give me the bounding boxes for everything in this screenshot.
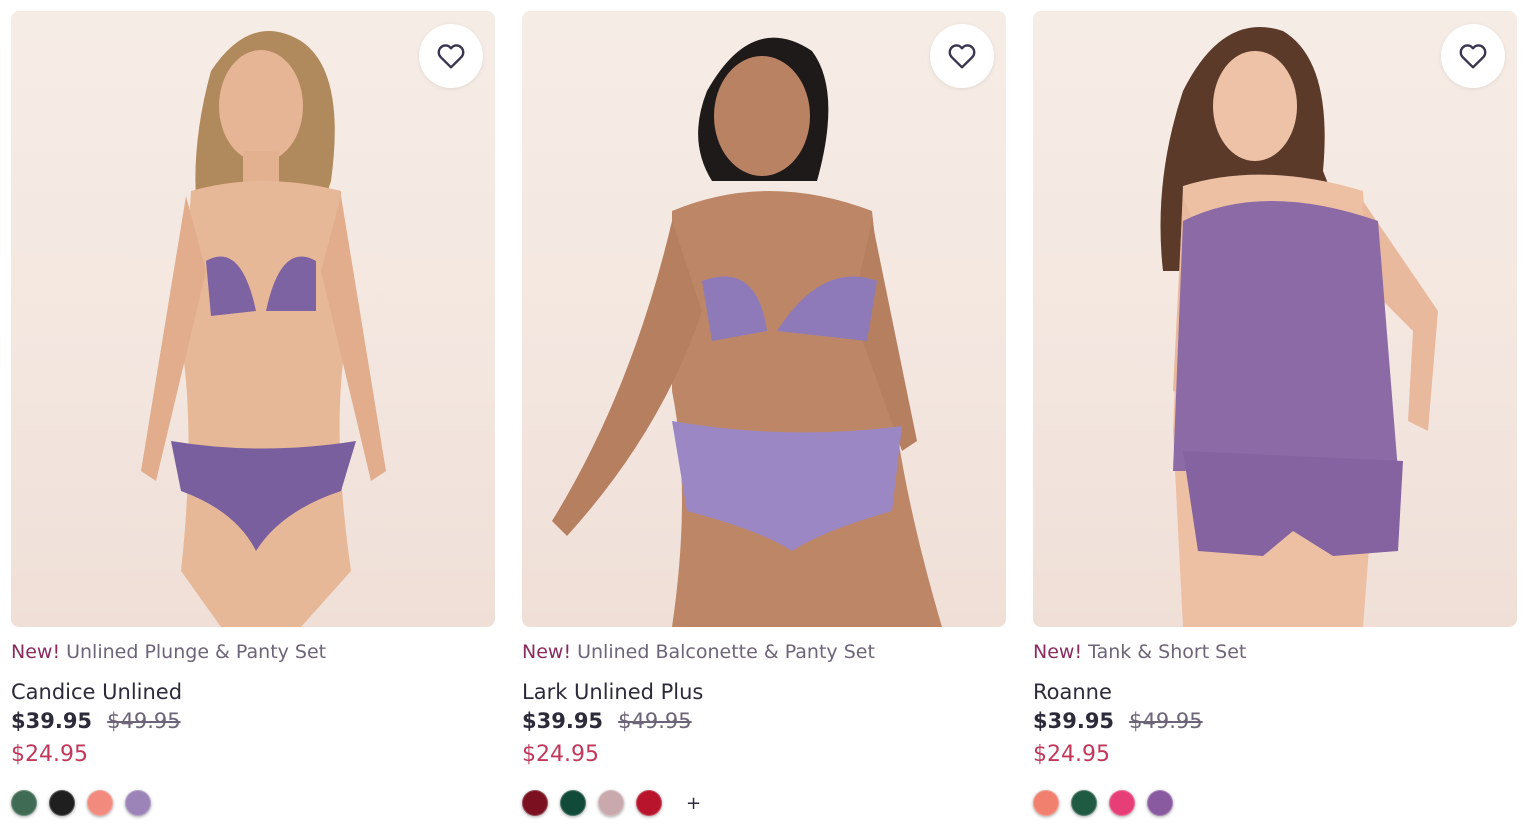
price-row: $39.95 $49.95 <box>1033 707 1517 737</box>
product-image[interactable] <box>1033 11 1517 627</box>
tagline-text: Unlined Plunge & Panty Set <box>66 641 327 663</box>
color-swatch[interactable] <box>1109 790 1135 816</box>
heart-icon <box>1459 44 1487 69</box>
favorite-button[interactable] <box>1441 24 1505 88</box>
color-swatches <box>11 790 495 816</box>
price-row: $39.95 $49.95 <box>11 707 495 737</box>
color-swatch[interactable] <box>636 790 662 816</box>
color-swatch[interactable] <box>87 790 113 816</box>
heart-icon <box>437 44 465 69</box>
model-photo <box>1160 27 1438 627</box>
product-card[interactable]: New! Tank & Short Set Roanne $39.95 $49.… <box>1033 11 1517 816</box>
color-swatch[interactable] <box>560 790 586 816</box>
favorite-button[interactable] <box>930 24 994 88</box>
new-badge: New! <box>11 641 61 663</box>
heart-icon <box>948 44 976 69</box>
color-swatch[interactable] <box>49 790 75 816</box>
product-card[interactable]: New! Unlined Plunge & Panty Set Candice … <box>11 11 495 816</box>
product-card[interactable]: New! Unlined Balconette & Panty Set Lark… <box>522 11 1006 816</box>
model-photo <box>141 31 386 627</box>
product-image[interactable] <box>522 11 1006 627</box>
sale-price: $24.95 <box>11 742 88 767</box>
price-row: $39.95 $49.95 <box>522 707 1006 737</box>
current-price: $39.95 <box>1033 709 1115 733</box>
favorite-button[interactable] <box>419 24 483 88</box>
product-tagline: New! Unlined Balconette & Panty Set <box>522 640 1006 664</box>
sale-price: $24.95 <box>1033 742 1110 767</box>
sale-price: $24.95 <box>522 742 599 767</box>
tagline-text: Tank & Short Set <box>1088 641 1247 663</box>
color-swatch[interactable] <box>598 790 624 816</box>
new-badge: New! <box>1033 641 1083 663</box>
product-name[interactable]: Candice Unlined <box>11 679 495 705</box>
color-swatches <box>1033 790 1517 816</box>
original-price: $49.95 <box>1129 709 1203 733</box>
tagline-text: Unlined Balconette & Panty Set <box>577 641 875 663</box>
current-price: $39.95 <box>522 709 604 733</box>
current-price: $39.95 <box>11 709 93 733</box>
model-photo <box>552 37 942 627</box>
product-tagline: New! Unlined Plunge & Panty Set <box>11 640 495 664</box>
color-swatch[interactable] <box>522 790 548 816</box>
color-swatch[interactable] <box>1147 790 1173 816</box>
product-tagline: New! Tank & Short Set <box>1033 640 1517 664</box>
more-colors-button[interactable]: + <box>686 793 701 814</box>
color-swatch[interactable] <box>1033 790 1059 816</box>
product-name[interactable]: Roanne <box>1033 679 1517 705</box>
product-image[interactable] <box>11 11 495 627</box>
original-price: $49.95 <box>107 709 181 733</box>
color-swatches: + <box>522 790 1006 816</box>
color-swatch[interactable] <box>1071 790 1097 816</box>
color-swatch[interactable] <box>125 790 151 816</box>
product-name[interactable]: Lark Unlined Plus <box>522 679 1006 705</box>
product-grid: New! Unlined Plunge & Panty Set Candice … <box>0 0 1536 835</box>
new-badge: New! <box>522 641 572 663</box>
original-price: $49.95 <box>618 709 692 733</box>
color-swatch[interactable] <box>11 790 37 816</box>
